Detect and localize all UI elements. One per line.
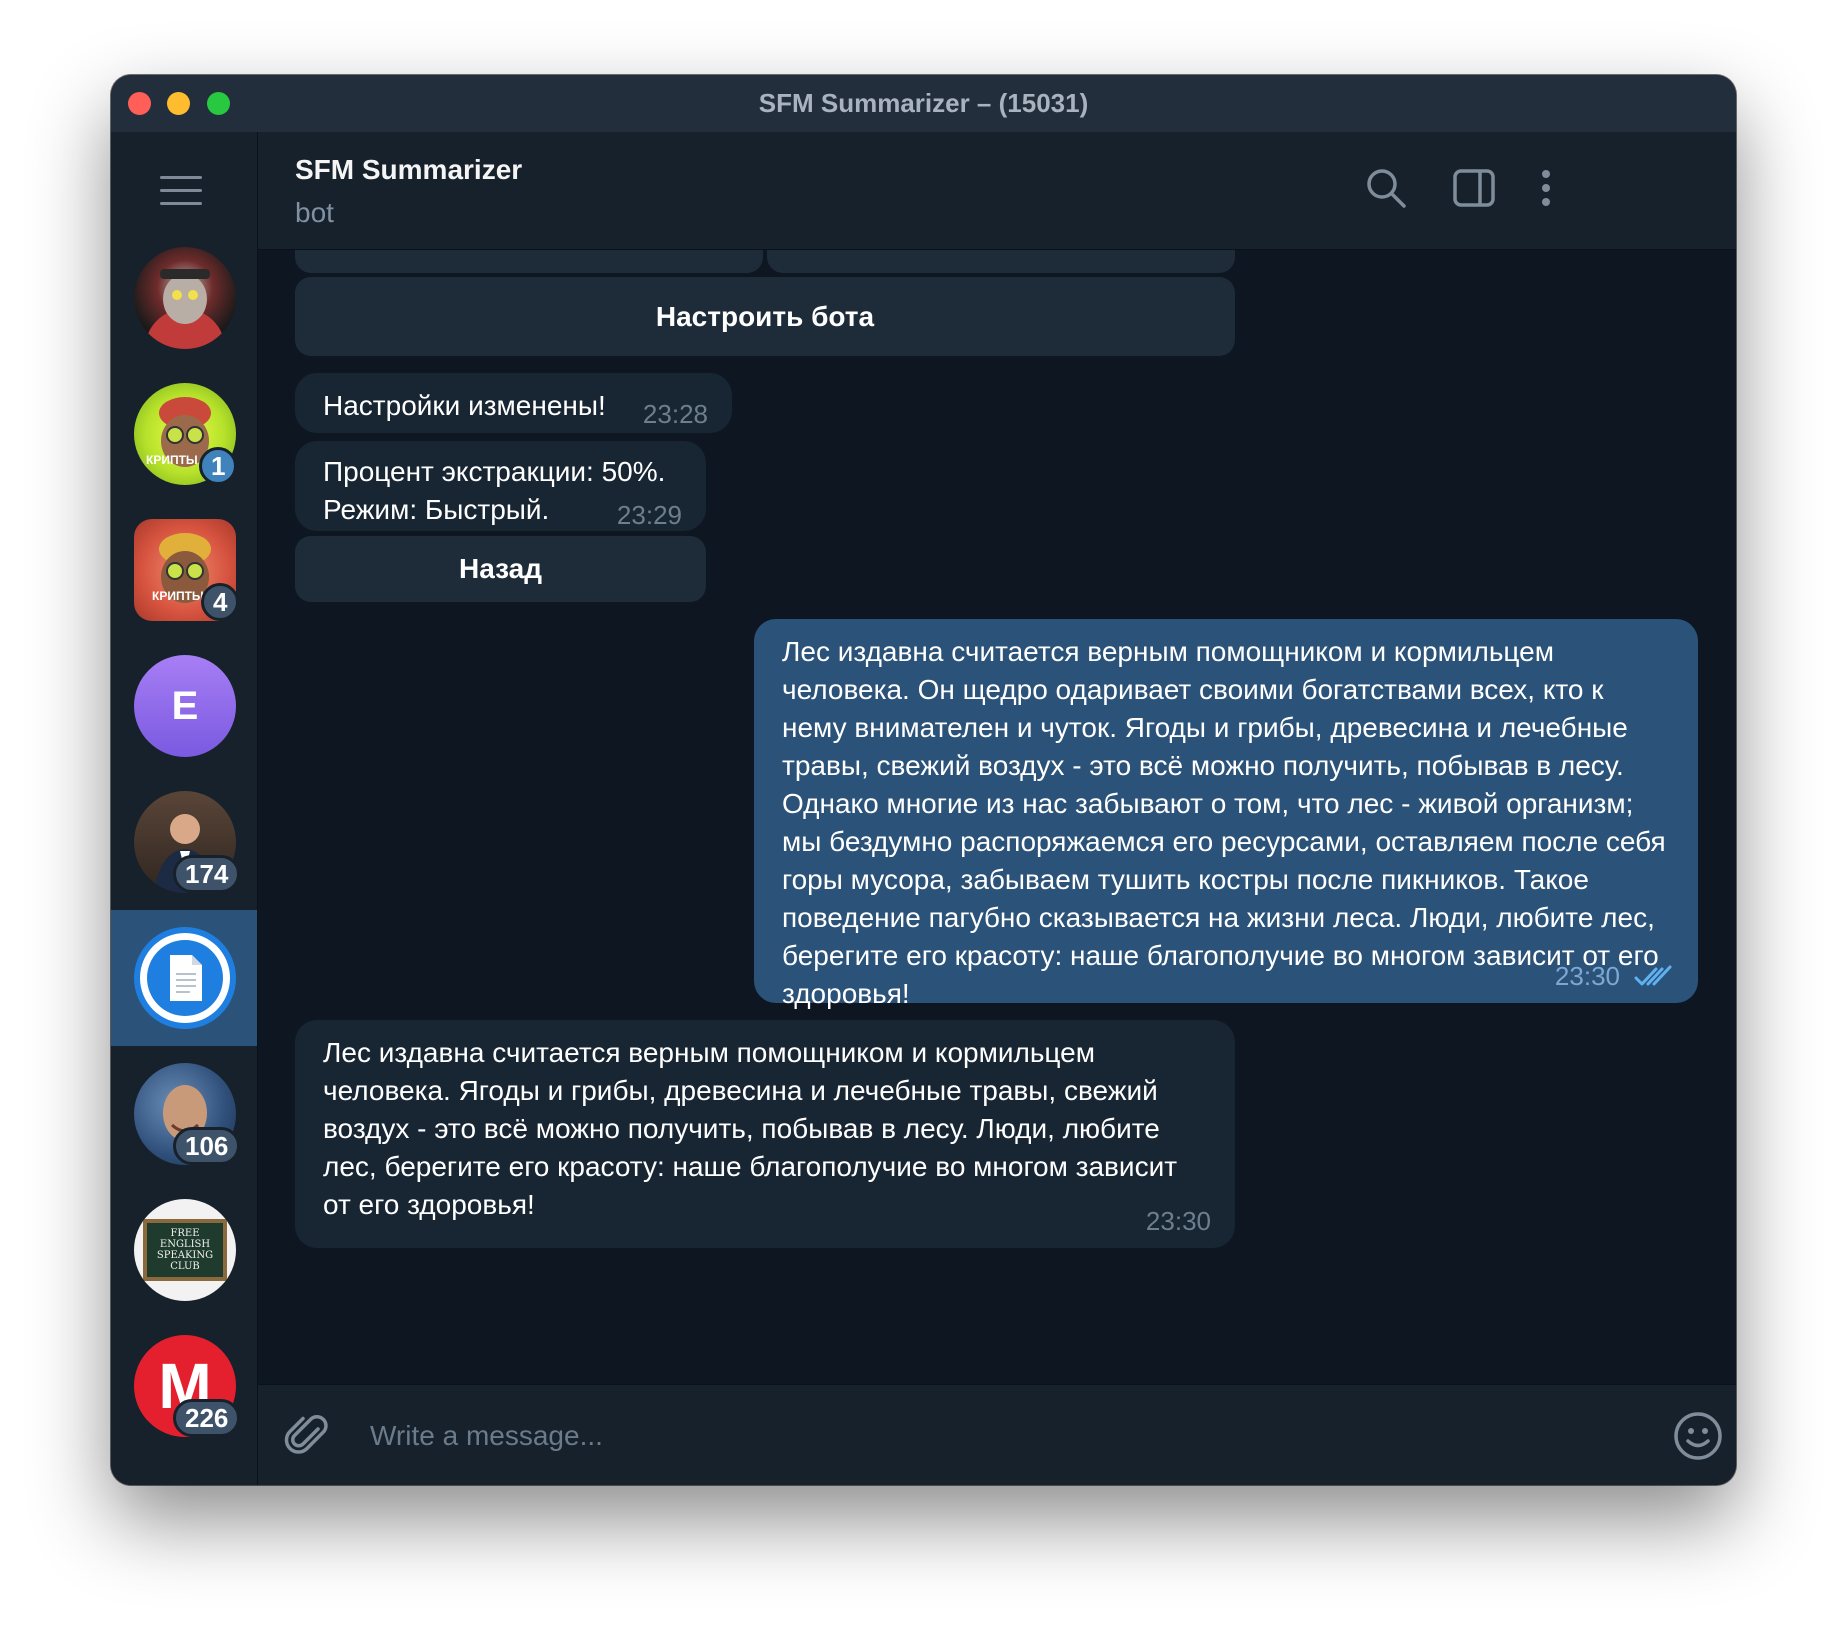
back-button[interactable]: Назад <box>295 536 706 602</box>
message-text: Лес издавна считается верным помощником … <box>782 636 1666 1009</box>
document-icon <box>140 933 230 1023</box>
window-title: SFM Summarizer – (15031) <box>758 88 1089 118</box>
unread-badge: 1 <box>199 447 238 485</box>
chat-item-m[interactable]: M 226 <box>111 1318 257 1454</box>
sfm-summarizer-avatar <box>134 927 236 1029</box>
message-time: 23:30 <box>1145 1206 1211 1236</box>
message-text: Лес издавна считается верным помощником … <box>323 1037 1178 1220</box>
message-line: Процент экстракции: 50%. <box>323 456 666 487</box>
message-list[interactable]: Настроить бота Настройки изменены! 23:28… <box>258 250 1736 1384</box>
club-caption: FREE ENGLISH SPEAKING CLUB <box>156 1228 214 1272</box>
keyboard-button-hidden-left[interactable] <box>295 250 763 273</box>
telegram-window: SFM Summarizer – (15031) КРИПТЫ 1 КРИПТЫ… <box>111 75 1736 1485</box>
message-time: 23:28 <box>642 399 708 429</box>
message-settings-changed: Настройки изменены! 23:28 <box>295 373 732 433</box>
unread-badge: 4 <box>201 583 240 621</box>
chat-header: SFM Summarizer bot <box>258 132 1736 250</box>
search-icon[interactable] <box>1362 164 1410 212</box>
attach-icon[interactable] <box>284 1411 332 1459</box>
configure-bot-button[interactable]: Настроить бота <box>295 277 1235 356</box>
chat-item-elon[interactable]: 106 <box>111 1046 257 1182</box>
chat-item-ape-1[interactable] <box>111 230 257 366</box>
sidebar-toggle-icon[interactable] <box>1450 164 1498 212</box>
chat-item-sfm-summarizer[interactable] <box>111 910 257 1046</box>
chat-item-ape-3[interactable]: КРИПТЫ 4 <box>111 502 257 638</box>
unread-badge: 226 <box>173 1399 241 1437</box>
message-settings-info: Процент экстракции: 50%. Режим: Быстрый.… <box>295 441 706 531</box>
avatar-caption: КРИПТЫ <box>152 589 204 603</box>
title-bar: SFM Summarizer – (15031) <box>111 75 1736 132</box>
more-options-icon[interactable] <box>1522 164 1570 212</box>
avatar-caption: КРИПТЫ <box>146 453 198 467</box>
message-time: 23:29 <box>616 500 682 530</box>
e-avatar: E <box>134 655 236 757</box>
chat-status: bot <box>295 197 334 228</box>
minimize-window-button[interactable] <box>167 92 190 115</box>
composer-bar <box>258 1384 1736 1485</box>
keyboard-button-hidden-right[interactable] <box>767 250 1235 273</box>
chat-item-ape-2[interactable]: КРИПТЫ 1 <box>111 366 257 502</box>
message-time: 23:30 <box>1554 961 1620 991</box>
ape-avatar <box>134 247 236 349</box>
message-input[interactable] <box>368 1405 1472 1467</box>
chat-item-e[interactable]: E <box>111 638 257 774</box>
message-outgoing: Лес издавна считается верным помощником … <box>754 619 1698 1009</box>
close-window-button[interactable] <box>128 92 151 115</box>
emoji-icon[interactable] <box>1672 1410 1724 1462</box>
english-club-avatar: FREE ENGLISH SPEAKING CLUB <box>134 1199 236 1301</box>
chat-sidebar: КРИПТЫ 1 КРИПТЫ 4 E 174 106 FREE ENGLISH… <box>111 132 258 1485</box>
menu-icon[interactable] <box>160 176 202 208</box>
message-text: Настройки изменены! <box>323 390 606 421</box>
ape-image-icon <box>145 269 225 349</box>
chalkboard-icon: FREE ENGLISH SPEAKING CLUB <box>143 1219 227 1281</box>
double-check-icon <box>1634 965 1672 986</box>
chat-item-english-club[interactable]: FREE ENGLISH SPEAKING CLUB <box>111 1182 257 1318</box>
chat-title[interactable]: SFM Summarizer <box>295 154 522 186</box>
unread-badge: 174 <box>173 855 241 893</box>
unread-badge: 106 <box>173 1127 241 1165</box>
zoom-window-button[interactable] <box>207 92 230 115</box>
chat-item-man[interactable]: 174 <box>111 774 257 910</box>
message-summary: Лес издавна считается верным помощником … <box>295 1020 1235 1248</box>
